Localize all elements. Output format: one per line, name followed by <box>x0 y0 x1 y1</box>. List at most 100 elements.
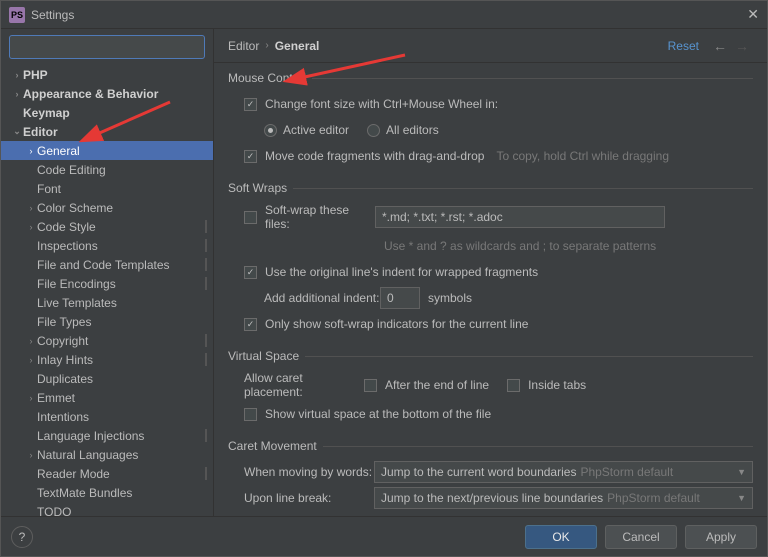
project-scope-indicator <box>205 429 207 442</box>
label-original-indent: Use the original line's indent for wrapp… <box>265 265 538 279</box>
label-only-current-line: Only show soft-wrap indicators for the c… <box>265 317 528 331</box>
label-by-words: When moving by words: <box>244 465 374 479</box>
project-scope-indicator <box>205 277 207 290</box>
combo-line-break[interactable]: Jump to the next/previous line boundarie… <box>374 487 753 509</box>
sidebar-item-duplicates[interactable]: Duplicates <box>1 369 213 388</box>
settings-content: Mouse Control Change font size with Ctrl… <box>214 63 767 516</box>
sidebar-item-label: TODO <box>37 505 71 517</box>
hint-wildcards: Use * and ? as wildcards and ; to separa… <box>384 239 656 253</box>
checkbox-change-font-size[interactable] <box>244 98 257 111</box>
project-scope-indicator <box>205 353 207 366</box>
tree-arrow-icon: › <box>25 450 37 460</box>
sidebar-item-php[interactable]: ›PHP <box>1 65 213 84</box>
project-scope-indicator <box>205 334 207 347</box>
chevron-down-icon: ▼ <box>737 493 746 503</box>
sidebar-item-emmet[interactable]: ›Emmet <box>1 388 213 407</box>
footer: ? OK Cancel Apply <box>1 516 767 556</box>
settings-tree[interactable]: ›PHP›Appearance & BehaviorKeymap⌄Editor›… <box>1 65 213 516</box>
crumb-leaf: General <box>275 39 320 53</box>
reset-link[interactable]: Reset <box>668 39 699 53</box>
project-scope-indicator <box>205 258 207 271</box>
help-button[interactable]: ? <box>11 526 33 548</box>
section-mouse-control: Mouse Control <box>228 71 753 85</box>
sidebar-item-inlay-hints[interactable]: ›Inlay Hints <box>1 350 213 369</box>
label-line-break: Upon line break: <box>244 491 374 505</box>
radio-active-editor[interactable] <box>264 124 277 137</box>
sidebar-item-code-style[interactable]: ›Code Style <box>1 217 213 236</box>
window-title: Settings <box>31 8 74 22</box>
tree-arrow-icon: ⌄ <box>11 126 23 137</box>
sidebar-item-label: Emmet <box>37 391 75 405</box>
sidebar-item-label: PHP <box>23 68 48 82</box>
sidebar-item-reader-mode[interactable]: Reader Mode <box>1 464 213 483</box>
radio-all-editors[interactable] <box>367 124 380 137</box>
sidebar-item-editor[interactable]: ⌄Editor <box>1 122 213 141</box>
sidebar-item-natural-languages[interactable]: ›Natural Languages <box>1 445 213 464</box>
checkbox-soft-wrap-files[interactable] <box>244 211 257 224</box>
tree-arrow-icon: › <box>25 146 37 156</box>
sidebar-item-label: Keymap <box>23 106 70 120</box>
sidebar-item-appearance-behavior[interactable]: ›Appearance & Behavior <box>1 84 213 103</box>
forward-icon[interactable]: → <box>735 38 749 54</box>
checkbox-after-eol[interactable] <box>364 379 377 392</box>
sidebar-item-file-encodings[interactable]: File Encodings <box>1 274 213 293</box>
sidebar-item-label: Copyright <box>37 334 88 348</box>
app-icon: PS <box>9 7 25 23</box>
sidebar-item-label: Language Injections <box>37 429 144 443</box>
section-soft-wraps: Soft Wraps <box>228 181 753 195</box>
sidebar-item-inspections[interactable]: Inspections <box>1 236 213 255</box>
label-symbols: symbols <box>428 291 472 305</box>
tree-arrow-icon: › <box>11 70 23 80</box>
combo-by-words[interactable]: Jump to the current word boundaries PhpS… <box>374 461 753 483</box>
project-scope-indicator <box>205 220 207 233</box>
sidebar-item-file-types[interactable]: File Types <box>1 312 213 331</box>
chevron-right-icon: › <box>265 40 268 51</box>
sidebar-item-file-and-code-templates[interactable]: File and Code Templates <box>1 255 213 274</box>
checkbox-inside-tabs[interactable] <box>507 379 520 392</box>
checkbox-original-indent[interactable] <box>244 266 257 279</box>
sidebar-item-copyright[interactable]: ›Copyright <box>1 331 213 350</box>
sidebar-item-color-scheme[interactable]: ›Color Scheme <box>1 198 213 217</box>
label-add-indent: Add additional indent: <box>264 291 380 305</box>
sidebar-item-code-editing[interactable]: Code Editing <box>1 160 213 179</box>
label-after-eol: After the end of line <box>385 378 489 392</box>
sidebar-item-label: Inlay Hints <box>37 353 93 367</box>
close-icon[interactable]: ✕ <box>747 6 759 23</box>
sidebar-item-todo[interactable]: TODO <box>1 502 213 516</box>
search-input[interactable] <box>9 35 205 59</box>
checkbox-only-current-line[interactable] <box>244 318 257 331</box>
sidebar-item-label: Font <box>37 182 61 196</box>
sidebar-item-general[interactable]: ›General <box>1 141 213 160</box>
apply-button[interactable]: Apply <box>685 525 757 549</box>
sidebar-item-font[interactable]: Font <box>1 179 213 198</box>
label-active-editor: Active editor <box>283 123 349 137</box>
checkbox-move-fragments[interactable] <box>244 150 257 163</box>
sidebar-item-textmate-bundles[interactable]: TextMate Bundles <box>1 483 213 502</box>
label-show-virtual-bottom: Show virtual space at the bottom of the … <box>265 407 491 421</box>
label-change-font-size: Change font size with Ctrl+Mouse Wheel i… <box>265 97 498 111</box>
tree-arrow-icon: › <box>11 89 23 99</box>
sidebar-item-label: File and Code Templates <box>37 258 170 272</box>
crumb-root[interactable]: Editor <box>228 39 259 53</box>
sidebar-item-label: File Types <box>37 315 91 329</box>
sidebar-item-language-injections[interactable]: Language Injections <box>1 426 213 445</box>
sidebar-item-label: Color Scheme <box>37 201 113 215</box>
sidebar-item-live-templates[interactable]: Live Templates <box>1 293 213 312</box>
tree-arrow-icon: › <box>25 203 37 213</box>
input-add-indent[interactable] <box>380 287 420 309</box>
sidebar-item-label: Duplicates <box>37 372 93 386</box>
sidebar-item-intentions[interactable]: Intentions <box>1 407 213 426</box>
project-scope-indicator <box>205 239 207 252</box>
cancel-button[interactable]: Cancel <box>605 525 677 549</box>
sidebar-item-label: TextMate Bundles <box>37 486 132 500</box>
breadcrumb: Editor › General Reset ← → <box>214 29 767 63</box>
back-icon[interactable]: ← <box>713 38 727 54</box>
sidebar-item-keymap[interactable]: Keymap <box>1 103 213 122</box>
section-virtual-space: Virtual Space <box>228 349 753 363</box>
titlebar: PS Settings ✕ <box>1 1 767 29</box>
ok-button[interactable]: OK <box>525 525 597 549</box>
checkbox-show-virtual-bottom[interactable] <box>244 408 257 421</box>
input-soft-wrap-patterns[interactable] <box>375 206 665 228</box>
project-scope-indicator <box>205 467 207 480</box>
sidebar-item-label: Live Templates <box>37 296 117 310</box>
